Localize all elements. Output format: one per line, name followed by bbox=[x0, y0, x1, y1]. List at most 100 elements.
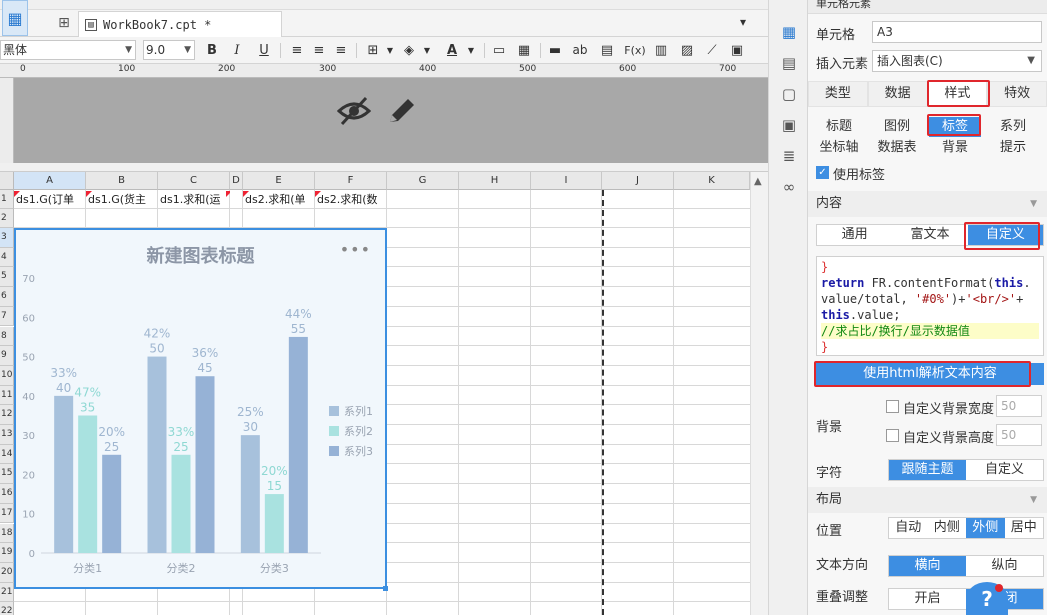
cell-element-icon[interactable]: ▦ bbox=[779, 22, 799, 42]
vertical-scrollbar[interactable]: ▲ bbox=[750, 172, 768, 615]
row-header[interactable]: 19 bbox=[0, 543, 14, 563]
row-header[interactable]: 1 bbox=[0, 190, 14, 209]
cell-f1[interactable]: ds2.求和(数 bbox=[315, 191, 387, 209]
position-inside[interactable]: 内侧 bbox=[928, 518, 967, 538]
formula-button[interactable]: F(x) bbox=[624, 41, 646, 59]
chevron-down-icon[interactable]: ▼ bbox=[381, 41, 399, 59]
insert-text-button[interactable]: ab bbox=[571, 41, 589, 59]
subtab-axis[interactable]: 坐标轴 bbox=[810, 138, 868, 158]
row-header[interactable]: 18 bbox=[0, 523, 14, 544]
mode-richtext[interactable]: 富文本 bbox=[892, 225, 967, 245]
subtab-datasheet[interactable]: 数据表 bbox=[868, 138, 926, 158]
subtab-background[interactable]: 背景 bbox=[926, 138, 984, 158]
char-follow-theme[interactable]: 跟随主题 bbox=[889, 460, 966, 480]
row-header[interactable]: 20 bbox=[0, 562, 14, 583]
diagonal-line-icon[interactable]: ⟋ bbox=[703, 41, 721, 59]
scroll-up-icon[interactable]: ▲ bbox=[754, 176, 762, 187]
chevron-down-icon[interactable]: ▼ bbox=[418, 41, 436, 59]
row-header[interactable]: 13 bbox=[0, 425, 14, 445]
column-header[interactable]: F bbox=[315, 172, 387, 190]
row-header[interactable]: 2 bbox=[0, 209, 14, 228]
resize-handle[interactable] bbox=[383, 586, 388, 591]
insert-element-select[interactable]: 插入图表(C) ▼ bbox=[872, 50, 1042, 72]
align-left-icon[interactable]: ≡ bbox=[288, 41, 306, 59]
insert-slash-icon[interactable]: ▤ bbox=[598, 41, 616, 59]
row-header[interactable]: 9 bbox=[0, 346, 14, 366]
cell-attribute-icon[interactable]: ▤ bbox=[779, 53, 799, 73]
tab-workbook[interactable]: ▤ WorkBook7.cpt * bbox=[78, 11, 282, 37]
cell-e1[interactable]: ds2.求和(单 bbox=[243, 191, 315, 209]
row-header[interactable]: 16 bbox=[0, 484, 14, 504]
cell-b1[interactable]: ds1.G(货主 bbox=[86, 191, 158, 209]
row-header[interactable]: 21 bbox=[0, 582, 14, 603]
row-header[interactable]: 7 bbox=[0, 306, 14, 327]
merge-cells-icon[interactable]: ▭ bbox=[490, 41, 508, 59]
layout-section-header[interactable]: 布局 ▼ bbox=[808, 487, 1047, 513]
font-size-select[interactable]: 9.0 ▼ bbox=[143, 40, 195, 60]
table-icon[interactable]: ▦ bbox=[515, 41, 533, 59]
hyperlink-icon[interactable]: ∞ bbox=[779, 177, 799, 197]
insert-field-icon[interactable]: ▬ bbox=[546, 41, 564, 59]
column-header[interactable]: D bbox=[230, 172, 243, 190]
font-family-select[interactable]: 黑体 ▼ bbox=[0, 40, 136, 60]
align-center-icon[interactable]: ≡ bbox=[310, 41, 328, 59]
position-outside[interactable]: 外侧 bbox=[966, 518, 1005, 538]
custom-bg-width-checkbox[interactable] bbox=[886, 400, 899, 413]
cell-a1[interactable]: ds1.G(订单 bbox=[14, 191, 86, 209]
position-center[interactable]: 居中 bbox=[1005, 518, 1044, 538]
float-element-icon[interactable]: ▢ bbox=[779, 84, 799, 104]
align-right-icon[interactable]: ≡ bbox=[332, 41, 350, 59]
subtab-title[interactable]: 标题 bbox=[810, 117, 868, 137]
chart-widget[interactable]: 新建图表标题 ••• 0 10 20 30 40 50 60 70 33% 40 47% 35 20% 2… bbox=[14, 228, 387, 589]
overlap-on[interactable]: 开启 bbox=[889, 589, 966, 609]
mode-general[interactable]: 通用 bbox=[817, 225, 892, 245]
row-header[interactable]: 15 bbox=[0, 464, 14, 485]
bg-width-input[interactable]: 50 bbox=[996, 395, 1042, 417]
bg-height-input[interactable]: 50 bbox=[996, 424, 1042, 446]
custom-bg-height-checkbox[interactable] bbox=[886, 429, 899, 442]
edit-pencil-icon[interactable] bbox=[386, 96, 418, 126]
chevron-down-icon[interactable]: ▼ bbox=[462, 41, 480, 59]
tab-data[interactable]: 数据 bbox=[867, 81, 928, 107]
widget-settings-icon[interactable]: ▣ bbox=[779, 115, 799, 135]
condition-attribute-icon[interactable]: ≣ bbox=[779, 146, 799, 166]
select-all-corner[interactable] bbox=[0, 172, 14, 190]
row-header[interactable]: 14 bbox=[0, 444, 14, 465]
underline-button[interactable]: U bbox=[255, 41, 273, 59]
subtab-series[interactable]: 系列 bbox=[984, 117, 1042, 137]
column-header[interactable]: I bbox=[531, 172, 602, 190]
sub-report-icon[interactable]: ▣ bbox=[728, 41, 746, 59]
cell-c1[interactable]: ds1.求和(运 bbox=[158, 191, 230, 209]
row-header[interactable]: 8 bbox=[0, 326, 14, 347]
row-header[interactable]: 11 bbox=[0, 385, 14, 406]
row-header[interactable]: 22 bbox=[0, 602, 14, 615]
content-section-header[interactable]: 内容 ▼ bbox=[808, 191, 1047, 217]
use-label-checkbox[interactable]: ✓ bbox=[816, 166, 829, 179]
direction-horizontal[interactable]: 横向 bbox=[889, 556, 966, 576]
position-auto[interactable]: 自动 bbox=[889, 518, 928, 538]
js-code-editor[interactable]: } return FR.contentFormat(this. value/to… bbox=[816, 256, 1044, 356]
text-color-button[interactable]: A bbox=[443, 41, 461, 59]
italic-button[interactable]: I bbox=[228, 41, 246, 59]
column-header[interactable]: G bbox=[387, 172, 459, 190]
row-header[interactable]: 3 bbox=[0, 228, 14, 248]
sheet-grid-icon[interactable]: ⊞ bbox=[56, 15, 72, 31]
spreadsheet-grid[interactable]: ABCDEFGHIJK 1 2 3 4 5 6 7 8 9 10 11 12 13 14 15 16 17 18 1… bbox=[0, 172, 768, 615]
tab-dropdown-icon[interactable]: ▾ bbox=[740, 15, 756, 31]
column-header[interactable]: K bbox=[674, 172, 750, 190]
row-header[interactable]: 6 bbox=[0, 287, 14, 307]
bold-button[interactable]: B bbox=[203, 41, 221, 59]
column-header[interactable]: A bbox=[14, 172, 86, 190]
fill-color-icon[interactable]: ◈ bbox=[400, 41, 418, 59]
cell-field[interactable]: A3 bbox=[872, 21, 1042, 43]
column-header[interactable]: J bbox=[602, 172, 674, 190]
column-header[interactable]: C bbox=[158, 172, 230, 190]
tab-type[interactable]: 类型 bbox=[808, 81, 868, 107]
row-header[interactable]: 4 bbox=[0, 247, 14, 268]
insert-chart-icon[interactable]: ▥ bbox=[652, 41, 670, 59]
subtab-tooltip[interactable]: 提示 bbox=[984, 138, 1042, 158]
row-header[interactable]: 10 bbox=[0, 365, 14, 386]
app-logo-icon[interactable]: ▦ bbox=[2, 0, 28, 36]
tab-effects[interactable]: 特效 bbox=[987, 81, 1047, 107]
direction-vertical[interactable]: 纵向 bbox=[966, 556, 1043, 576]
